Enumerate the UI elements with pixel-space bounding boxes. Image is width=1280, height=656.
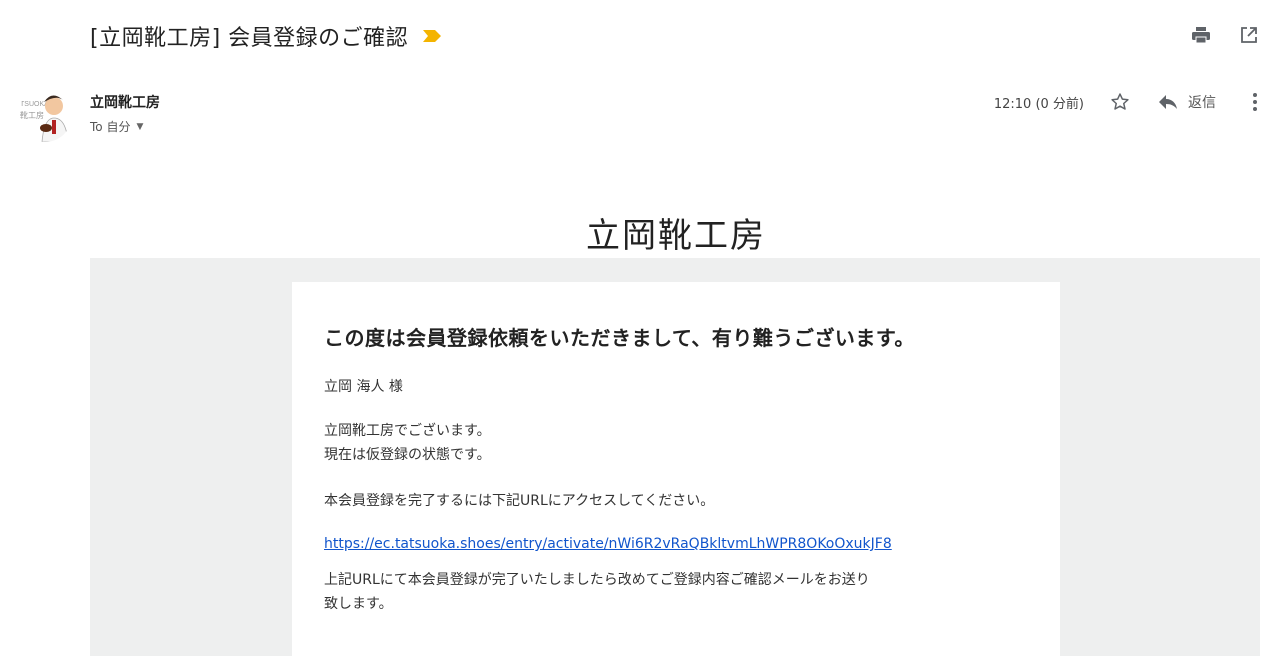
sender-avatar[interactable]: TSUOKA 靴工房 (18, 88, 72, 142)
activation-link[interactable]: https://ec.tatsuoka.shoes/entry/activate… (324, 536, 892, 552)
closing-line-1: 上記URLにて本会員登録が完了いたしましたら改めてご登録内容ご確認メールをお送り (324, 572, 870, 588)
instruction-text: 本会員登録を完了するには下記URLにアクセスしてください。 (324, 493, 715, 509)
intro-line-1: 立岡靴工房でございます。 (324, 423, 491, 439)
email-headline: この度は会員登録依頼をいただきまして、有り難うございます。 (324, 326, 915, 350)
star-icon[interactable] (1110, 92, 1130, 112)
shop-title: 立岡靴工房 (586, 216, 766, 256)
email-content-card: この度は会員登録依頼をいただきまして、有り難うございます。 立岡 海人 様 立岡… (292, 282, 1060, 656)
intro-line-2: 現在は仮登録の状態です。 (324, 447, 491, 463)
message-meta: 12:10 (0 分前) 返信 (994, 92, 1258, 112)
intro-text: 立岡靴工房でございます。 現在は仮登録の状態です。 (324, 419, 1028, 467)
reply-label: 返信 (1188, 95, 1216, 111)
closing-line-2: 致します。 (324, 596, 393, 612)
svg-text:靴工房: 靴工房 (20, 110, 44, 120)
sender-info: 立岡靴工房 To 自分 ▼ (90, 92, 160, 135)
print-icon[interactable] (1190, 24, 1212, 46)
subject-row: [立岡靴工房] 会員登録のご確認 (90, 18, 442, 54)
reply-button[interactable]: 返信 (1158, 92, 1216, 112)
greeting: 立岡 海人 様 (324, 379, 403, 395)
more-vert-icon[interactable] (1252, 92, 1258, 112)
top-actions (1190, 24, 1260, 46)
svg-text:TSUOKA: TSUOKA (20, 101, 49, 108)
open-in-new-window-icon[interactable] (1238, 24, 1260, 46)
importance-marker-icon[interactable] (422, 29, 442, 43)
sender-name[interactable]: 立岡靴工房 (90, 92, 160, 112)
reply-icon (1158, 94, 1178, 110)
recipient-toggle[interactable]: To 自分 ▼ (90, 118, 160, 135)
timestamp: 12:10 (0 分前) (993, 96, 1084, 112)
recipient-label: To 自分 (90, 120, 131, 134)
dropdown-caret-icon[interactable]: ▼ (136, 122, 143, 132)
closing-text: 上記URLにて本会員登録が完了いたしましたら改めてご登録内容ご確認メールをお送り… (324, 568, 1028, 616)
email-subject: [立岡靴工房] 会員登録のご確認 (90, 26, 409, 51)
